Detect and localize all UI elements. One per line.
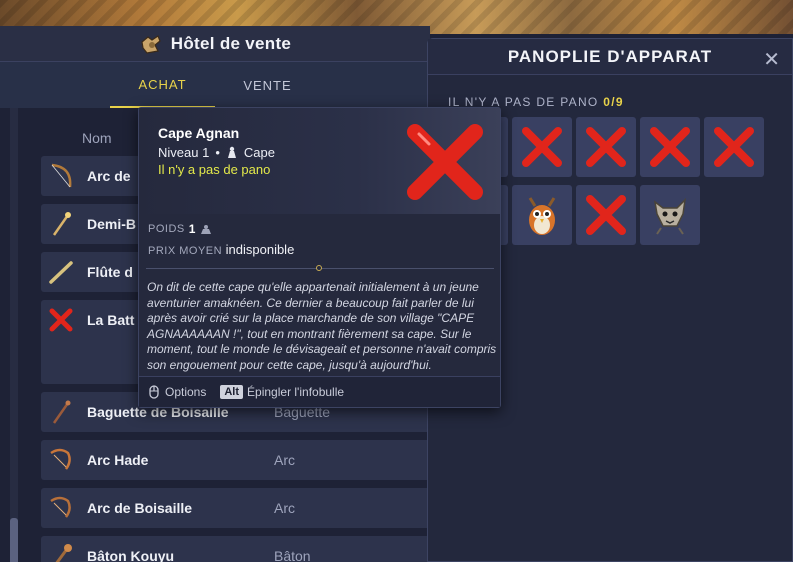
options-label[interactable]: Options: [165, 385, 206, 399]
item-type: Arc: [274, 500, 295, 516]
panoplie-slot[interactable]: [704, 117, 764, 177]
panoplie-slot[interactable]: [512, 185, 572, 245]
bag-icon: [141, 34, 161, 54]
weight-value: 1: [188, 222, 196, 236]
hdv-title-bar: Hôtel de vente: [0, 26, 430, 62]
tooltip-type: Cape: [243, 145, 275, 160]
page-title: Hôtel de vente: [170, 33, 292, 53]
tooltip-level-line: Niveau 1 • Cape: [158, 145, 275, 160]
price-value: indisponible: [225, 242, 295, 257]
close-icon[interactable]: ✕: [763, 47, 780, 72]
cross-icon: [586, 127, 626, 167]
cross-icon: [407, 124, 483, 200]
tooltip-footer: Options Alt Épingler l'infobulle: [139, 376, 500, 407]
scrollbar-thumb[interactable]: [10, 518, 18, 562]
weight-icon: [200, 224, 211, 234]
item-name: Arc Hade: [87, 452, 149, 468]
bow-icon: [43, 442, 79, 478]
cross-icon: [650, 127, 690, 167]
owl-icon: [528, 197, 556, 235]
wand-icon: [43, 394, 79, 430]
alt-key: Alt: [220, 385, 244, 399]
bow-icon: [43, 158, 79, 194]
item-type: Bâton: [274, 548, 311, 562]
tooltip-description: On dit de cette cape qu'elle appartenait…: [147, 280, 497, 372]
panoplie-title: PANOPLIE D'APPARAT: [428, 39, 792, 75]
list-scrollbar[interactable]: [10, 108, 18, 562]
cross-icon: [586, 195, 626, 235]
cape-icon: [227, 146, 236, 158]
item-name: Bâton Kouyu: [87, 548, 175, 562]
list-item[interactable]: Arc de Boisaille Arc: [41, 488, 430, 528]
list-item[interactable]: Arc Hade Arc: [41, 440, 430, 480]
panoplie-slot[interactable]: [576, 185, 636, 245]
bow-icon: [43, 490, 79, 526]
tooltip-level: Niveau 1: [158, 145, 210, 160]
mouse-icon: [149, 385, 159, 399]
list-item[interactable]: Bâton Kouyu Bâton: [41, 536, 430, 562]
wand-icon: [43, 206, 79, 242]
panoplie-slot[interactable]: [640, 117, 700, 177]
tooltip-pano: Il n'y a pas de pano: [158, 162, 271, 177]
divider-ornament: [316, 265, 322, 271]
hdv-tabs: ACHAT VENTE: [0, 62, 430, 108]
column-header-name[interactable]: Nom: [82, 130, 112, 146]
panoplie-count: 0/9: [603, 95, 624, 109]
cross-icon: [43, 302, 79, 338]
tab-achat[interactable]: ACHAT: [110, 62, 215, 108]
game-screen: Hôtel de vente ACHAT VENTE Nom Arc de De…: [0, 0, 793, 562]
cross-icon: [714, 127, 754, 167]
item-name: Arc de Boisaille: [87, 500, 193, 516]
tooltip-price: PRIX MOYEN indisponible: [148, 242, 294, 257]
wolf-icon: [653, 197, 687, 235]
tab-vente[interactable]: VENTE: [215, 62, 320, 108]
panoplie-slot[interactable]: [512, 117, 572, 177]
tooltip-header: Cape Agnan Niveau 1 • Cape Il n'y a pas …: [139, 108, 500, 214]
staff-icon: [43, 538, 79, 562]
item-tooltip: Cape Agnan Niveau 1 • Cape Il n'y a pas …: [138, 107, 501, 408]
item-type: Arc: [274, 452, 295, 468]
pin-tooltip-label[interactable]: Épingler l'infobulle: [247, 385, 344, 399]
tooltip-item-name: Cape Agnan: [158, 125, 240, 141]
flute-icon: [43, 254, 79, 290]
tooltip-bullet: •: [215, 145, 220, 160]
weight-label: POIDS: [148, 223, 185, 235]
panoplie-slot[interactable]: [576, 117, 636, 177]
price-label: PRIX MOYEN: [148, 245, 223, 257]
cross-icon: [522, 127, 562, 167]
tooltip-weight: POIDS 1: [148, 222, 212, 236]
panoplie-slot[interactable]: [640, 185, 700, 245]
